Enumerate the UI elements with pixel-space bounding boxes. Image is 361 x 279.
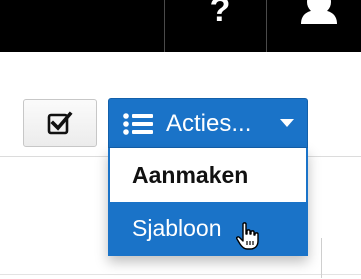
menu-item-sjabloon[interactable]: Sjabloon (110, 202, 306, 256)
top-bar: ? (0, 0, 361, 52)
table-divider (0, 274, 361, 275)
topbar-divider (266, 0, 267, 52)
select-all-button[interactable] (23, 99, 97, 147)
topbar-divider (164, 0, 165, 52)
hand-pointer-icon (236, 222, 259, 250)
checkbox-icon (47, 111, 73, 135)
user-icon[interactable] (296, 0, 342, 24)
question-mark-icon[interactable]: ? (202, 0, 238, 28)
actions-label: Acties... (166, 110, 252, 137)
list-icon (123, 113, 153, 135)
menu-item-aanmaken[interactable]: Aanmaken (110, 148, 306, 202)
chevron-down-icon (280, 119, 294, 127)
actions-menu: Aanmaken Sjabloon (108, 148, 308, 256)
actions-dropdown-button[interactable]: Acties... (108, 98, 308, 148)
column-divider (321, 238, 322, 278)
